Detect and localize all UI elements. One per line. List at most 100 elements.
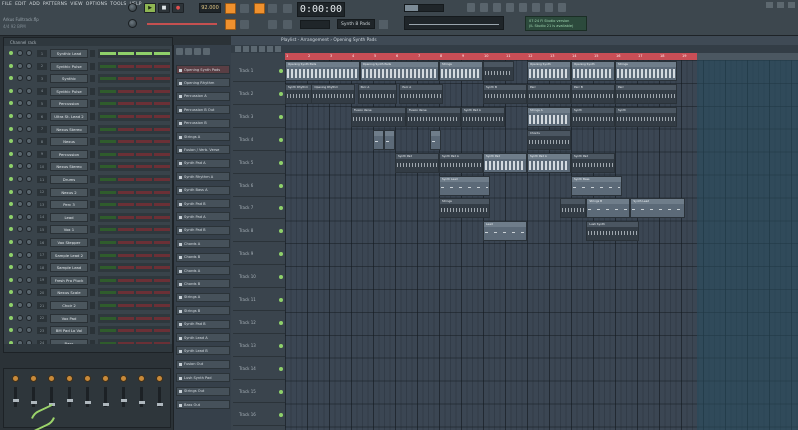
channel-volume-knob[interactable] (26, 75, 32, 82)
loop-record-icon[interactable] (283, 20, 292, 29)
channel-name-button[interactable]: Percussion (50, 99, 88, 109)
channel-mixer-track[interactable]: 5 (37, 100, 47, 108)
pattern-list-item[interactable]: Chords B (176, 279, 230, 289)
pattern-clip[interactable]: Synth (615, 106, 677, 127)
channel-select-box[interactable] (90, 302, 95, 309)
channel-pan-knob[interactable] (17, 264, 23, 271)
pattern-clip[interactable]: Opening Synth Pads (285, 61, 360, 81)
mixer-fader-cap[interactable] (12, 399, 19, 402)
pattern-clip[interactable] (430, 129, 442, 150)
channel-name-button[interactable]: Choir 2 (50, 301, 88, 310)
channel-select-box[interactable] (90, 138, 95, 146)
channel-pan-knob[interactable] (17, 188, 23, 195)
track-header[interactable]: Track 7 (233, 197, 285, 220)
pattern-clip[interactable]: Opening Synth (527, 61, 571, 81)
pattern-clip[interactable] (384, 129, 395, 150)
close-icon[interactable] (788, 2, 795, 8)
channel-led-icon[interactable] (9, 139, 13, 144)
mixer-fader-track[interactable] (14, 387, 17, 407)
channel-row[interactable]: 8 Nexus (4, 136, 174, 148)
channel-select-box[interactable] (90, 289, 95, 297)
cloud-icon[interactable] (558, 3, 566, 12)
channel-volume-knob[interactable] (26, 239, 32, 245)
mixer-fader-track[interactable] (32, 387, 35, 407)
channel-select-box[interactable] (90, 314, 95, 322)
pattern-clip[interactable]: Chords (527, 129, 571, 150)
track-mute-led-icon[interactable] (279, 298, 283, 302)
pattern-song-toggle[interactable] (254, 3, 265, 14)
channel-pan-knob[interactable] (17, 276, 23, 283)
channel-select-box[interactable] (90, 264, 95, 272)
add-pattern-icon[interactable] (379, 20, 388, 29)
pattern-clip[interactable]: Synth Pad (395, 152, 439, 173)
channel-volume-knob[interactable] (26, 327, 32, 334)
channel-name-button[interactable]: Percussion (50, 149, 88, 159)
channel-pan-knob[interactable] (17, 75, 23, 82)
track-mute-led-icon[interactable] (279, 389, 283, 394)
channel-mixer-track[interactable]: 10 (37, 163, 47, 171)
menu-edit[interactable]: EDIT (15, 2, 26, 7)
slice-tool-icon[interactable] (267, 46, 273, 52)
channel-mixer-track[interactable]: 12 (37, 188, 47, 196)
track-header[interactable]: Track 8 (233, 220, 285, 243)
channel-select-box[interactable] (90, 163, 95, 171)
pattern-list-item[interactable]: Opening Rhythm (176, 78, 230, 88)
channel-select-box[interactable] (90, 239, 95, 246)
channel-mixer-track[interactable]: 17 (37, 251, 47, 259)
playlist-icon[interactable] (467, 3, 475, 12)
channel-mixer-track[interactable]: 13 (37, 201, 47, 209)
channel-step-sequencer[interactable] (98, 74, 170, 84)
pattern-clip[interactable]: Lead (483, 221, 527, 242)
channel-name-button[interactable]: Synthic (50, 74, 88, 84)
channel-pan-knob[interactable] (17, 125, 23, 132)
channel-mixer-track[interactable]: 21 (37, 302, 47, 309)
pattern-clip[interactable]: Synth Pad (483, 152, 527, 173)
channel-volume-knob[interactable] (26, 100, 32, 107)
search-icon[interactable] (185, 48, 192, 55)
channel-led-icon[interactable] (9, 277, 13, 282)
pattern-clip[interactable]: Strings (439, 61, 483, 81)
channel-row[interactable]: 9 Percussion (4, 149, 174, 161)
channel-name-button[interactable]: Sample Lead (50, 263, 88, 273)
channel-row[interactable]: 5 Percussion (4, 98, 174, 110)
channel-select-box[interactable] (90, 87, 95, 95)
pattern-clip[interactable]: Synth Bass (571, 175, 622, 196)
channel-volume-knob[interactable] (26, 150, 32, 157)
pattern-list-item[interactable]: Percussion B (176, 118, 230, 128)
channel-pan-knob[interactable] (17, 314, 23, 321)
channel-volume-knob[interactable] (26, 176, 32, 182)
mixer-icon[interactable] (506, 3, 514, 12)
channel-row[interactable]: 2 Synthic Pulse (4, 61, 174, 73)
channel-mixer-track[interactable]: 16 (37, 239, 47, 246)
channel-led-icon[interactable] (9, 303, 13, 307)
pattern-clip[interactable]: Synth Lead (630, 198, 686, 219)
pattern-clip[interactable]: Strings (439, 198, 490, 219)
channel-pan-knob[interactable] (17, 87, 23, 94)
channel-step-sequencer[interactable] (98, 250, 170, 260)
channel-led-icon[interactable] (9, 63, 13, 68)
channel-led-icon[interactable] (9, 189, 13, 194)
pattern-list-item[interactable]: Fusion / Verb. Verse (176, 145, 230, 155)
channel-step-sequencer[interactable] (98, 263, 170, 273)
mixer-fader-track[interactable] (86, 387, 89, 407)
channel-mixer-track[interactable]: 7 (37, 125, 47, 133)
channel-led-icon[interactable] (9, 290, 13, 295)
mixer-fader-track[interactable] (68, 387, 71, 407)
delete-tool-icon[interactable] (251, 46, 257, 52)
track-mute-led-icon[interactable] (279, 229, 283, 234)
pattern-clip[interactable]: Lush Synth (586, 221, 640, 242)
pattern-clip[interactable] (373, 129, 384, 150)
draw-tool-icon[interactable] (235, 46, 241, 52)
channel-step-sequencer[interactable] (98, 238, 170, 247)
pattern-clip[interactable]: Perc (527, 83, 571, 104)
timeline-ruler-extension[interactable] (697, 53, 798, 60)
mixer-send-knob[interactable] (30, 375, 37, 382)
channel-step-sequencer[interactable] (98, 49, 170, 58)
pattern-list-item[interactable]: Strings A (176, 292, 230, 302)
channel-volume-knob[interactable] (26, 125, 32, 132)
channel-pan-knob[interactable] (17, 50, 23, 56)
mixer-fader-track[interactable] (140, 387, 143, 407)
channel-volume-knob[interactable] (26, 62, 32, 69)
pattern-clip[interactable]: Opening Rhythm (311, 83, 356, 104)
channel-row[interactable]: 21 Choir 2 (4, 300, 174, 312)
